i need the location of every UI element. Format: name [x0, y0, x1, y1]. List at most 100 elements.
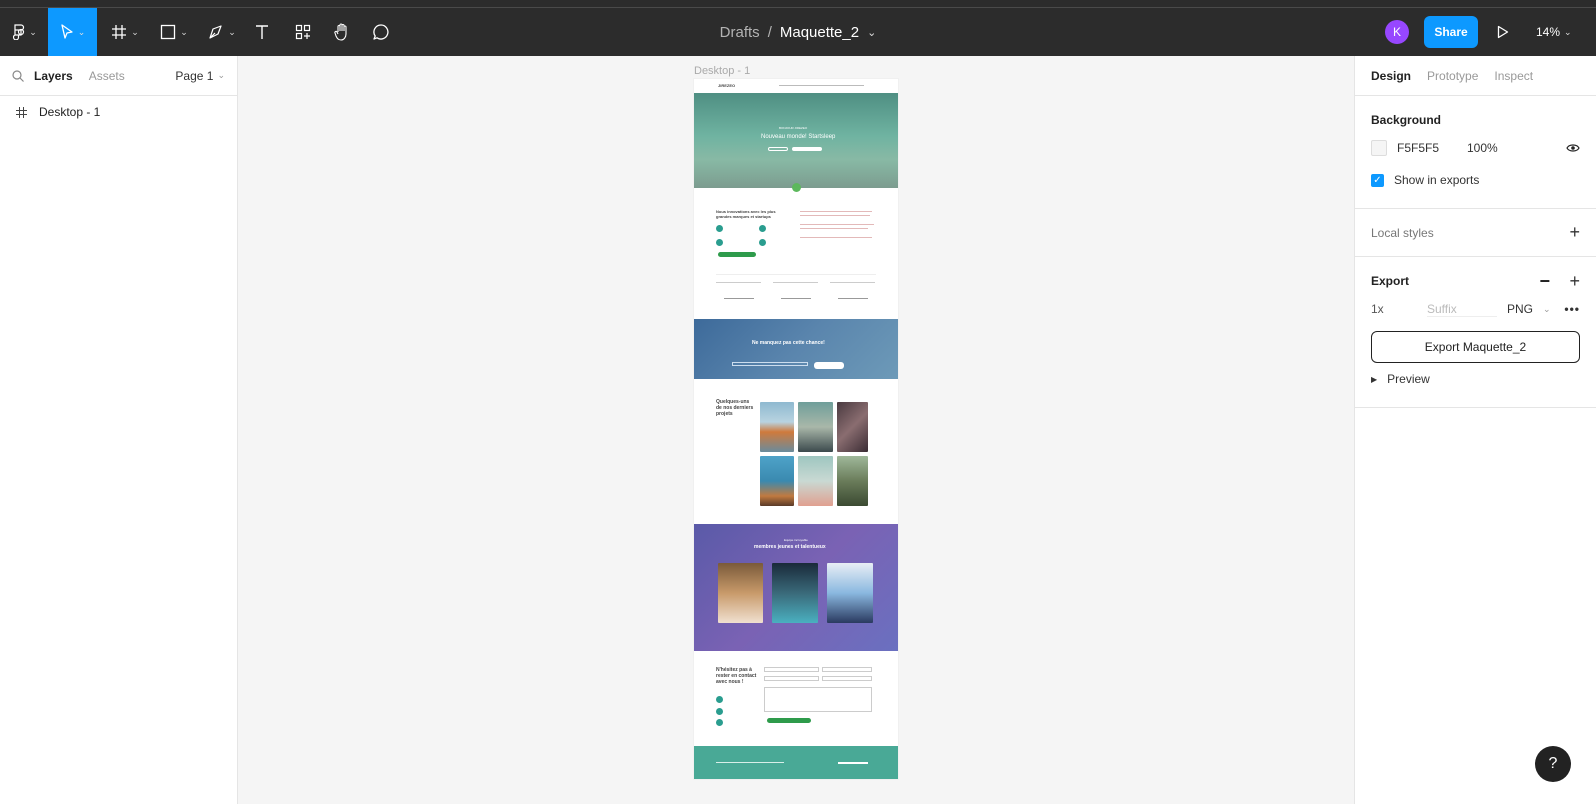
tab-layers[interactable]: Layers — [34, 69, 73, 83]
mock-text — [800, 228, 868, 229]
mock-team-title: membres jeunes et talentueux — [754, 544, 826, 550]
export-title-text: Export — [1371, 274, 1410, 288]
background-hex[interactable]: F5F5F5 — [1397, 141, 1457, 155]
chevron-down-icon: ⌄ — [217, 70, 225, 80]
file-menu-chevron-icon[interactable]: ⌄ — [867, 26, 876, 39]
mock-feature — [716, 282, 761, 283]
mock-check — [759, 225, 766, 232]
minus-icon[interactable]: − — [1539, 271, 1550, 292]
mock-newsletter-title: Ne manquez pas cette chance! — [752, 340, 825, 346]
export-scale[interactable]: 1x — [1371, 302, 1417, 316]
eye-icon[interactable] — [1566, 143, 1580, 153]
export-settings-row: 1x Suffix PNG ⌄ ••• — [1371, 293, 1580, 325]
chevron-down-icon: ⌄ — [1564, 26, 1572, 37]
mock-team-kicker: Equipe incroyable — [784, 538, 808, 542]
mock-form-field — [822, 667, 872, 672]
more-options-icon[interactable]: ••• — [1564, 302, 1580, 316]
mock-contact-icon — [716, 719, 723, 726]
mock-feature-link — [781, 298, 811, 299]
mock-contact-icon — [716, 696, 723, 703]
show-in-exports-checkbox[interactable]: ✓ — [1371, 173, 1384, 187]
design-frame[interactable]: JIREZEO BONJOUR JIREZEO Nouveau monde! S… — [694, 79, 898, 779]
mock-text — [800, 224, 874, 225]
mock-check — [759, 239, 766, 246]
mock-project-photo — [798, 402, 833, 452]
mock-project-photo — [837, 456, 868, 506]
layer-name: Desktop - 1 — [39, 105, 101, 119]
share-button[interactable]: Share — [1424, 16, 1478, 48]
layer-item[interactable]: Desktop - 1 — [0, 96, 237, 128]
toolbar: ⌄ ⌄ ⌄ ⌄ ⌄ Drafts / Maquette_2 ⌄ K Share … — [0, 8, 1596, 56]
show-in-exports-label: Show in exports — [1394, 173, 1480, 187]
export-format[interactable]: PNG — [1507, 302, 1533, 316]
tab-prototype[interactable]: Prototype — [1427, 69, 1478, 83]
mock-hero-title: Nouveau monde! Startsleep — [761, 134, 836, 140]
zoom-level: 14% — [1536, 25, 1561, 39]
page-selector[interactable]: Page 1 ⌄ — [175, 69, 225, 83]
mock-form-textarea — [764, 687, 872, 712]
triangle-right-icon: ▶ — [1371, 374, 1378, 384]
mock-feature-link — [724, 298, 754, 299]
mock-hero-button — [768, 147, 788, 151]
background-fill-row: F5F5F5 100% — [1371, 132, 1580, 164]
frame-label[interactable]: Desktop - 1 — [694, 65, 750, 77]
background-opacity[interactable]: 100% — [1467, 141, 1498, 155]
preview-row[interactable]: ▶ Preview — [1371, 363, 1580, 395]
play-icon — [1497, 25, 1509, 39]
help-button[interactable]: ? — [1535, 746, 1571, 782]
mock-newsletter: Ne manquez pas cette chance! — [694, 319, 898, 379]
mock-form-field — [822, 676, 872, 681]
breadcrumb-drafts[interactable]: Drafts — [720, 24, 760, 41]
mock-text — [800, 211, 872, 212]
mock-projects: Quelques-uns de nos derniers projets — [694, 379, 898, 524]
local-styles-title: Local styles — [1371, 225, 1434, 240]
present-button[interactable] — [1497, 8, 1509, 56]
background-title: Background — [1371, 113, 1442, 127]
mock-nav-links — [779, 85, 864, 86]
export-button[interactable]: Export Maquette_2 — [1371, 331, 1580, 363]
right-panel-tabs: Design Prototype Inspect — [1355, 56, 1596, 96]
mock-team: Equipe incroyable membres jeunes et tale… — [694, 524, 898, 651]
mock-project-photo — [760, 456, 794, 506]
mock-member-photo — [827, 563, 873, 623]
search-icon[interactable] — [12, 69, 24, 82]
zoom-control[interactable]: 14% ⌄ — [1536, 8, 1572, 56]
mock-hero: BONJOUR JIREZEO Nouveau monde! Startslee… — [694, 93, 898, 188]
export-suffix-input[interactable]: Suffix — [1427, 302, 1497, 317]
left-panel-header: Layers Assets Page 1 ⌄ — [0, 56, 237, 96]
mock-hero-button — [792, 147, 822, 151]
mock-contact: N'hésitez pas à rester en contact avec n… — [694, 651, 898, 741]
breadcrumb-separator: / — [767, 23, 772, 41]
local-styles-section: Local styles + — [1355, 209, 1596, 257]
export-section: Export − + 1x Suffix PNG ⌄ ••• Export Ma… — [1355, 257, 1596, 408]
mock-projects-title: Quelques-uns de nos derniers projets — [716, 399, 754, 417]
mock-scroll-dot — [792, 183, 801, 192]
color-swatch[interactable] — [1371, 140, 1387, 156]
tab-design[interactable]: Design — [1371, 69, 1411, 83]
mock-footer-text — [716, 762, 784, 763]
mock-green-button — [718, 252, 756, 257]
window-top-strip — [0, 0, 1596, 8]
export-title: Export − + — [1371, 269, 1580, 293]
mock-feature — [773, 282, 818, 283]
frame-icon — [16, 106, 27, 118]
tab-assets[interactable]: Assets — [89, 69, 125, 83]
mock-member-photo — [718, 563, 763, 623]
mock-logo: JIREZEO — [718, 83, 736, 88]
chevron-down-icon: ⌄ — [1543, 303, 1551, 314]
mock-footer-social — [838, 762, 868, 764]
breadcrumb: Drafts / Maquette_2 ⌄ — [0, 8, 1596, 56]
right-panel: Design Prototype Inspect Background F5F5… — [1354, 56, 1596, 804]
add-export-icon[interactable]: + — [1569, 271, 1580, 292]
mock-footer — [694, 746, 898, 779]
avatar[interactable]: K — [1385, 20, 1409, 44]
mock-navbar: JIREZEO — [694, 79, 898, 93]
add-style-icon[interactable]: + — [1569, 222, 1580, 243]
mock-subscribe-button — [814, 362, 844, 369]
mock-divider — [716, 274, 876, 275]
mock-innovations: Nous innovations avec les plus grandes m… — [694, 197, 898, 312]
tab-inspect[interactable]: Inspect — [1494, 69, 1533, 83]
file-name[interactable]: Maquette_2 — [780, 24, 859, 41]
mock-form-field — [764, 667, 819, 672]
mock-hero-kicker: BONJOUR JIREZEO — [779, 126, 808, 130]
